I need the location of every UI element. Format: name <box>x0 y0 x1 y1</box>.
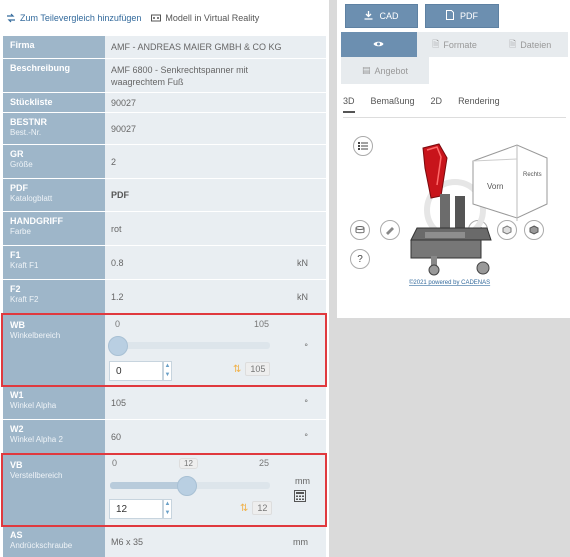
vb-current-bubble: 12 <box>179 458 198 469</box>
tab-view[interactable] <box>341 32 417 57</box>
row-f1: F1 Kraft F1 0.8 kN <box>3 246 326 280</box>
vb-number-input[interactable]: 12 <box>109 499 163 519</box>
compare-icon <box>6 13 16 23</box>
view-mode-tabs: 🗎 Formate 🗎 Dateien <box>341 32 568 57</box>
viewer-panel: CAD PDF 🗎 Formate 🗎 Dateien ▤ Angebot 3D… <box>337 0 570 318</box>
firma-value: AMF - ANDREAS MAIER GMBH & CO KG <box>111 42 282 52</box>
row-w2: W2 Winkel Alpha 2 60 ° <box>3 420 326 454</box>
vb-slider-thumb[interactable] <box>176 476 197 496</box>
pdf-link[interactable]: PDF <box>111 190 129 200</box>
wb-reset[interactable]: ⇅ 105 <box>233 362 271 376</box>
download-icon <box>364 10 373 22</box>
eye-icon <box>373 40 384 50</box>
wb-spinner[interactable]: ▲ ▼ <box>163 361 172 381</box>
row-gr: GR Größe 2 <box>3 145 326 179</box>
vr-icon <box>151 13 162 23</box>
tab-formate[interactable]: 🗎 Formate <box>417 32 493 57</box>
pdf-button[interactable]: PDF <box>425 4 499 28</box>
tab-bemassung[interactable]: Bemaßung <box>371 96 415 113</box>
row-stueckliste: Stückliste 90027 <box>3 93 326 113</box>
compare-link[interactable]: Zum Teilevergleich hinzufügen <box>6 13 141 23</box>
row-beschreibung: Beschreibung AMF 6800 - Senkrechtspanner… <box>3 59 326 93</box>
vb-spinner[interactable]: ▲ ▼ <box>163 499 172 519</box>
row-w1: W1 Winkel Alpha 105 ° <box>3 386 326 420</box>
vb-reset[interactable]: ⇅ 12 <box>240 501 273 515</box>
tab-2d[interactable]: 2D <box>431 96 443 113</box>
wb-max-label: 105 <box>254 319 270 329</box>
row-firma: Firma AMF - ANDREAS MAIER GMBH & CO KG <box>3 36 326 59</box>
wb-min-label: 0 <box>115 319 121 329</box>
file-icon: 🗎 <box>432 38 440 49</box>
help-icon[interactable]: ? <box>350 249 370 269</box>
wb-slider-thumb[interactable] <box>108 336 128 356</box>
cube-right-label: Rechts <box>523 172 542 178</box>
menu-icon[interactable] <box>353 136 373 156</box>
properties-panel: Zum Teilevergleich hinzufügen Modell in … <box>0 0 329 557</box>
tab-angebot[interactable]: ▤ Angebot <box>341 57 429 84</box>
pdf-file-icon <box>446 10 454 22</box>
wb-slider-track[interactable] <box>110 342 270 349</box>
row-pdf: PDF Katalogblatt PDF <box>3 179 326 212</box>
row-f2: F2 Kraft F2 1.2 kN <box>3 280 326 314</box>
wb-number-input[interactable]: 0 <box>109 361 163 381</box>
file-icon: 🗎 <box>509 38 517 49</box>
vb-min-label: 0 <box>112 458 118 468</box>
cadenas-footer-link[interactable]: ©2021 powered by CADENAS <box>409 279 490 286</box>
row-handgriff: HANDGRIFF Farbe rot <box>3 212 326 246</box>
tab-rendering[interactable]: Rendering <box>458 96 500 113</box>
reset-arrows-icon: ⇅ <box>233 363 242 375</box>
cad-button[interactable]: CAD <box>345 4 418 28</box>
top-links: Zum Teilevergleich hinzufügen Modell in … <box>0 0 329 36</box>
vb-slider-fill <box>110 482 187 489</box>
calculator-icon[interactable] <box>294 490 306 504</box>
vr-link[interactable]: Modell in Virtual Reality <box>151 13 259 23</box>
tab-3d[interactable]: 3D <box>343 96 355 113</box>
row-bestnr: BESTNR Best.-Nr. 90027 <box>3 113 326 145</box>
viewer-tabs: 3D Bemaßung 2D Rendering <box>343 96 500 113</box>
cube-front-label: Vorn <box>487 182 503 191</box>
reset-arrows-icon: ⇅ <box>240 502 249 514</box>
tab-dateien[interactable]: 🗎 Dateien <box>492 32 568 57</box>
vb-max-label: 25 <box>259 458 270 468</box>
3d-model-view[interactable]: Vorn Rechts ©2021 powered by CADENAS <box>395 136 565 286</box>
layers-icon[interactable] <box>350 220 370 240</box>
row-as: AS Andrückschraube M6 x 35 mm <box>3 526 326 557</box>
quote-icon: ▤ <box>361 65 371 75</box>
